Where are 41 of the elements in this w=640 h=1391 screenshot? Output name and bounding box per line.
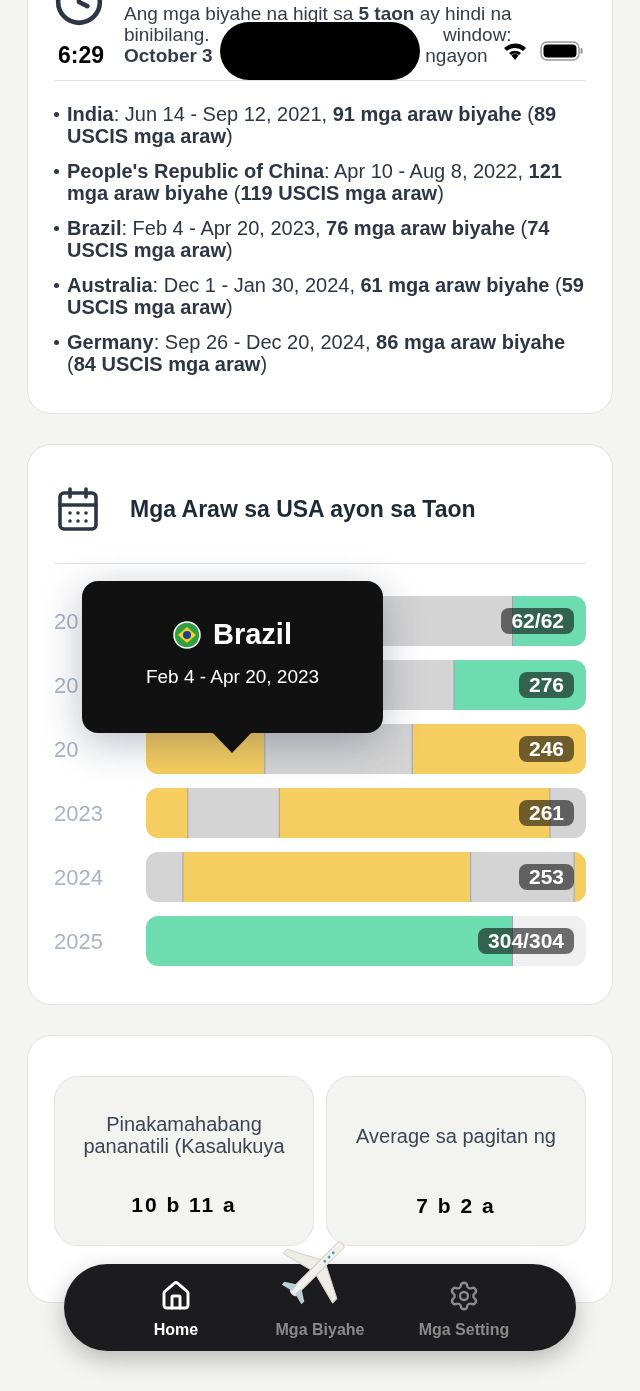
trip-item: Brazil: Feb 4 - Apr 20, 2023, 76 mga araw biyahe (74 USCIS mga araw) xyxy=(67,217,551,261)
days-badge: 304/304 xyxy=(478,928,574,954)
window-start-date: October 3 xyxy=(124,45,213,66)
year-label: 20 xyxy=(54,671,80,700)
nav-tab[interactable]: Home xyxy=(104,1273,248,1342)
stat-value: 7 b 2 a xyxy=(416,1193,496,1219)
notice-text: binibilang. xyxy=(124,24,210,45)
days-badge: 261 xyxy=(518,800,574,826)
bullet-icon xyxy=(54,283,59,288)
year-label: 20 xyxy=(54,735,80,764)
notice-text: window: xyxy=(443,24,512,45)
nav-tab[interactable]: Mga Setting xyxy=(392,1273,536,1342)
days-badge: 62/62 xyxy=(501,608,574,634)
year-label: 2025 xyxy=(54,927,104,956)
days-badge: 253 xyxy=(518,864,574,890)
bullet-icon xyxy=(54,340,59,345)
tooltip-country: Brazil xyxy=(213,617,292,652)
nav-tab[interactable]: Mga Biyahe xyxy=(248,1273,392,1342)
trip-item: Australia: Dec 1 - Jan 30, 2024, 61 mga araw biyahe (59 USCIS mga araw) xyxy=(67,274,585,318)
settings-icon xyxy=(448,1279,480,1312)
bullet-icon xyxy=(54,112,59,117)
window-end-text: ngayon xyxy=(425,45,488,66)
chart-title: Mga Araw sa USA ayon sa Taon xyxy=(130,494,476,524)
bullet-icon xyxy=(54,169,59,174)
trip-item: Germany: Sep 26 - Dec 20, 2024, 86 mga araw biyahe (84 USCIS mga araw) xyxy=(67,331,567,375)
battery-icon xyxy=(540,41,584,61)
year-label: 20 xyxy=(54,607,80,636)
days-badge: 246 xyxy=(518,736,574,762)
trip-item: India: Jun 14 - Sep 12, 2021, 91 mga araw biyahe (89 USCIS mga araw) xyxy=(67,103,558,147)
stat-value: 10 b 11 a xyxy=(131,1192,237,1218)
flag-icon xyxy=(173,620,201,649)
stat-label: Pinakamahabang pananatili (Kasalukuya xyxy=(82,1113,286,1157)
days-badge: 276 xyxy=(518,672,574,698)
year-label: 2024 xyxy=(54,863,104,892)
stat-label: Average sa pagitan ng xyxy=(356,1125,556,1147)
home-icon xyxy=(160,1279,192,1312)
trip-item: People's Republic of China: Apr 10 - Aug 8, 2022, 121 mga araw biyahe (119 USCIS mga araw) xyxy=(67,160,563,204)
tooltip-dates: Feb 4 - Apr 20, 2023 xyxy=(145,664,320,689)
bullet-icon xyxy=(54,226,59,231)
status-time: 6:29 xyxy=(58,41,105,70)
year-label: 2023 xyxy=(54,799,104,828)
